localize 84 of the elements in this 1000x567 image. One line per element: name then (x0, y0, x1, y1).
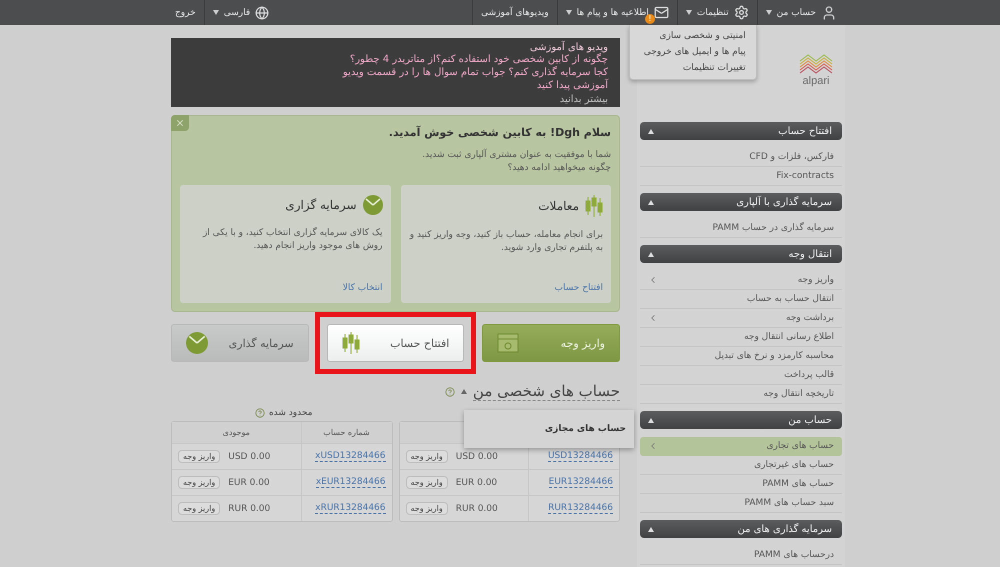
wallet-icon (497, 333, 520, 353)
dropdown-item[interactable]: پیام ها و ایمیل های خروجی (640, 47, 746, 57)
help-icon[interactable] (444, 386, 455, 396)
section-header[interactable]: انتقال وجه (640, 245, 842, 263)
balance-text: EUR 0.00 (456, 478, 498, 488)
balance-text: EUR 0.00 (228, 478, 270, 488)
sidebar-item[interactable]: سبد حساب های PAMM (640, 494, 842, 513)
logo-waves-icon (799, 53, 833, 75)
deposit-button[interactable]: واریز وجه (406, 502, 448, 515)
action-button[interactable]: سرمایه گذاری (170, 324, 309, 362)
logout-link[interactable]: خروج (167, 0, 204, 25)
action-button[interactable]: واریز وجه (482, 324, 620, 362)
user-icon (821, 4, 837, 20)
balance-text: RUR 0.00 (228, 504, 270, 514)
menu-item[interactable]: ویدیوهای آموزشی (472, 0, 557, 25)
section-header[interactable]: افتتاح حساب (640, 122, 842, 140)
card-title: معاملات (538, 199, 579, 213)
sidebar-item[interactable]: برداشت وجه (640, 309, 842, 328)
close-button[interactable] (171, 115, 189, 131)
sidebar-item[interactable]: حساب های تجاری (640, 437, 842, 456)
section-heading[interactable]: حساب های شخصی من (472, 382, 620, 401)
balance-text: USD 0.00 (456, 452, 498, 462)
account-link[interactable]: xEUR13284466 (316, 477, 386, 488)
column-header: موجودی (172, 422, 300, 443)
sidebar-item[interactable]: حساب های PAMM (640, 475, 842, 494)
account-link[interactable]: xRUR13284466 (315, 503, 386, 514)
help-icon[interactable] (254, 408, 265, 418)
dropdown-item[interactable]: تغییرات تنظیمات (640, 63, 746, 73)
envelope-icon (654, 5, 669, 20)
sidebar-item[interactable]: تاریخچه انتقال وجه (640, 385, 842, 404)
sidebar-item[interactable]: حساب های غیرتجاری (640, 456, 842, 475)
dropdown-item[interactable]: امنیتی و شخصی سازی (640, 31, 746, 41)
account-link[interactable]: xUSD13284466 (315, 451, 386, 462)
deposit-button[interactable]: واریز وجه (178, 502, 220, 515)
pie-chart-icon (186, 332, 208, 354)
card-link[interactable]: انتخاب کالا (188, 283, 382, 293)
sidebar-item[interactable]: فارکس، فلزات و CFD (640, 148, 842, 167)
sidebar-item[interactable]: درحساب های PAMM (640, 546, 842, 565)
banner-title: ویدیو های آموزشی (530, 42, 608, 53)
card-link[interactable]: افتتاح حساب (408, 283, 603, 293)
table-caption: محدود شده (268, 408, 312, 418)
banner-text: کجا سرمایه گذاری کنم؟ جواب تمام سوال ها را در قسمت ویدیو آموزشی پیدا کنید (342, 66, 608, 92)
sidebar-item[interactable]: واریز وجه (640, 271, 842, 290)
account-link[interactable]: RUR13284466 (548, 503, 613, 514)
section-header[interactable]: سرمایه گذاری های من (640, 520, 842, 538)
sidebar-item[interactable]: قالب پرداخت (640, 366, 842, 385)
section-header[interactable]: سرمایه گذاری با آلپاری (640, 193, 842, 211)
candlestick-icon (585, 195, 603, 217)
deposit-button[interactable]: واریز وجه (406, 450, 448, 463)
collapse-arrow-icon (460, 389, 467, 394)
settings-icon (734, 5, 749, 20)
sidebar-item[interactable]: محاسبه کارمزد و نرخ های تبدیل (640, 347, 842, 366)
sidebar-item[interactable]: Fix-contracts (640, 167, 842, 186)
deposit-button[interactable]: واریز وجه (406, 476, 448, 489)
pie-chart-icon (362, 195, 382, 215)
section-header[interactable]: حساب من (640, 411, 842, 429)
popup-item[interactable]: حساب های مجازی (544, 424, 626, 434)
welcome-text: شما با موفقیت به عنوان مشتری آلپاری ثبت شدید. (421, 149, 611, 162)
welcome-title: سلام Dgh! به کابین شخصی خوش آمدید. (388, 126, 611, 139)
sidebar-item[interactable]: سرمایه گذاری در حساب PAMM (640, 219, 842, 238)
caret-icon (212, 10, 219, 15)
balance-text: RUR 0.00 (456, 504, 498, 514)
banner-text: چگونه از کابین شخصی خود استفاده کنم؟از متاتریدر 4 چطور؟ (350, 53, 608, 66)
account-link[interactable]: USD13284466 (548, 451, 613, 462)
card-text: برای انجام معامله، حساب باز کنید، وجه واریز کنید و به پلتفرم تجاری وارد شوید. (408, 229, 603, 255)
learn-more-link[interactable]: بیشتر بدانید (560, 94, 608, 105)
deposit-button[interactable]: واریز وجه (178, 450, 220, 463)
welcome-text: چگونه میخواهید ادامه دهید؟ (506, 162, 611, 175)
balance-text: USD 0.00 (228, 452, 270, 462)
notification-badge: ! (644, 14, 655, 24)
menu-item[interactable]: ! اطلاعیه ها و پیام ها (556, 0, 677, 25)
candlestick-icon (342, 332, 360, 354)
logo-text: alpari (802, 75, 830, 87)
sidebar-item[interactable]: اطلاع رسانی انتقال وجه (640, 328, 842, 347)
language-selector[interactable]: فارسی (204, 0, 278, 25)
close-icon (175, 118, 185, 128)
account-link[interactable]: EUR13284466 (548, 477, 613, 488)
sidebar-item[interactable]: انتقال حساب به حساب (640, 290, 842, 309)
action-button[interactable]: افتتاح حساب (326, 324, 464, 362)
globe-icon (255, 6, 270, 20)
deposit-button[interactable]: واریز وجه (178, 476, 220, 489)
column-header: شماره حساب (300, 422, 392, 443)
card-text: یک کالای سرمایه گزاری انتخاب کنید، و با یکی از روش های موجود واریز انجام دهید. (202, 227, 382, 253)
card-title: سرمایه گزاری (285, 198, 356, 212)
